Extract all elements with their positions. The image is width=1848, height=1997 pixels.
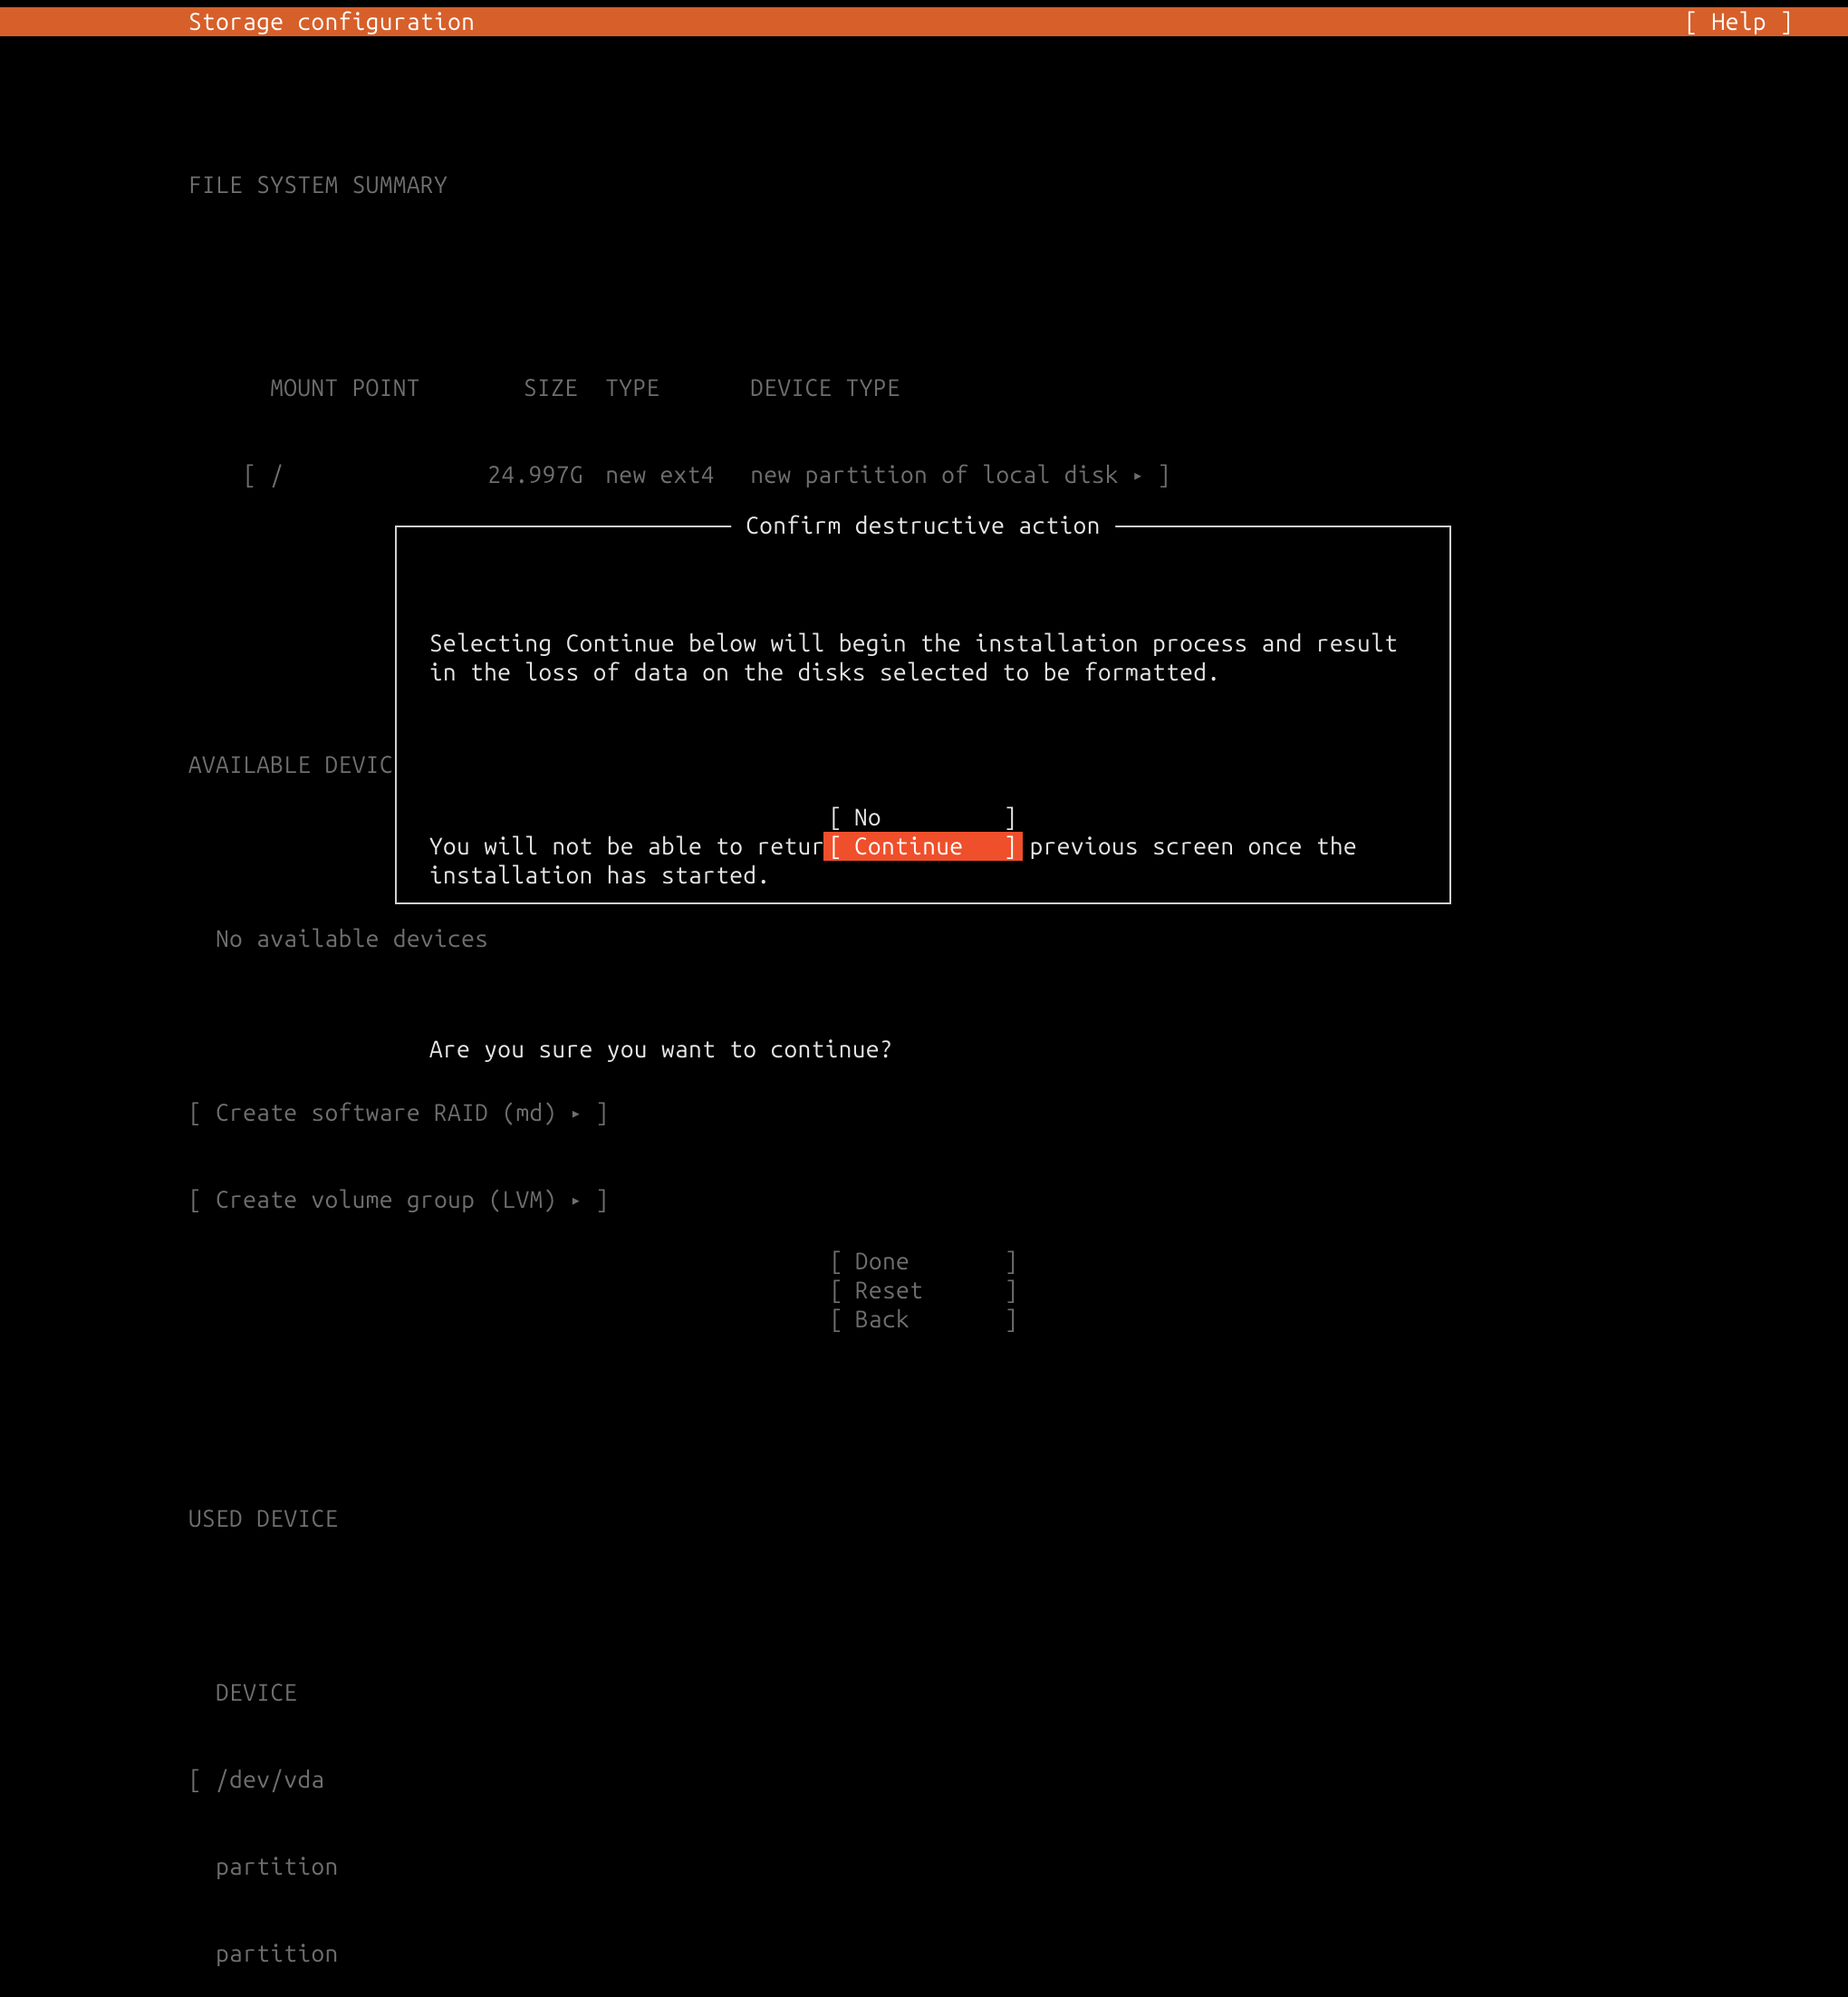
- create-lvm-label: Create volume group (LVM): [216, 1186, 557, 1212]
- header-bar: Storage configuration [ Help ]: [0, 7, 1848, 36]
- continue-button[interactable]: [ Continue ]: [823, 832, 1023, 861]
- bracket-close-icon: ]: [1005, 1276, 1018, 1305]
- dialog-paragraph: Selecting Continue below will begin the …: [429, 629, 1417, 687]
- used-columns: DEVICE: [188, 1678, 1794, 1707]
- used-device-name: /dev/vda: [216, 1766, 324, 1792]
- chevron-right-icon: ▸: [571, 1189, 582, 1210]
- reset-button[interactable]: [ Reset ]: [824, 1276, 1024, 1305]
- col-size: SIZE: [487, 373, 605, 402]
- back-label: Back: [855, 1305, 910, 1334]
- bracket-open-icon: [: [830, 1305, 855, 1334]
- reset-label: Reset: [855, 1276, 923, 1305]
- bracket-open-icon: [: [188, 1186, 202, 1212]
- dialog-paragraph: Are you sure you want to continue?: [429, 1035, 1417, 1064]
- bracket-open-icon: [: [830, 1276, 855, 1305]
- fs-summary-heading: FILE SYSTEM SUMMARY: [188, 170, 1794, 199]
- continue-label: Continue: [854, 832, 963, 861]
- dialog-buttons: [ No ] [ Continue ]: [397, 803, 1449, 861]
- bracket-close-icon: ]: [595, 1186, 609, 1212]
- chevron-right-icon: ▸: [1132, 464, 1144, 485]
- fs-type: new ext4: [605, 460, 750, 489]
- col-type: TYPE: [605, 373, 750, 402]
- spacer: [188, 1591, 1794, 1620]
- footer-buttons: [ Done ] [ Reset ] [ Back ]: [0, 1247, 1848, 1334]
- done-button[interactable]: [ Done ]: [824, 1247, 1024, 1276]
- bracket-open-icon: [: [243, 461, 256, 487]
- no-button[interactable]: [ No ]: [823, 803, 1023, 832]
- no-label: No: [854, 803, 881, 832]
- spacer: [429, 745, 1417, 774]
- used-device-row[interactable]: [ /dev/vda: [188, 1765, 1794, 1794]
- bracket-close-icon: ]: [1158, 461, 1171, 487]
- used-heading: USED DEVICE: [188, 1504, 1794, 1533]
- bracket-close-icon: ]: [1004, 803, 1017, 832]
- fs-summary-columns: MOUNT POINTSIZETYPEDEVICE TYPE: [188, 344, 1794, 373]
- back-button[interactable]: [ Back ]: [824, 1305, 1024, 1334]
- spacer: [188, 257, 1794, 286]
- create-lvm-button[interactable]: [ Create volume group (LVM) ▸ ]: [188, 1185, 1794, 1214]
- spacer: [429, 948, 1417, 977]
- bracket-open-icon: [: [830, 1247, 855, 1276]
- confirm-dialog: Confirm destructive action Selecting Con…: [395, 526, 1451, 904]
- col-mount: MOUNT POINT: [270, 373, 487, 402]
- bracket-open-icon: [: [188, 1099, 202, 1125]
- page-title: Storage configuration: [188, 7, 475, 36]
- bracket-open-icon: [: [829, 803, 854, 832]
- bracket-close-icon: ]: [1005, 1247, 1018, 1276]
- used-partition-row: partition: [188, 1852, 1794, 1881]
- bracket-open-icon: [: [188, 1766, 202, 1792]
- fs-device-type: new partition of local disk: [750, 461, 1119, 487]
- bracket-open-icon: [: [829, 832, 854, 861]
- used-partition-row: partition: [188, 1939, 1794, 1968]
- dialog-title: Confirm destructive action: [731, 511, 1115, 540]
- fs-size: 24.997G: [487, 460, 605, 489]
- fs-summary-row[interactable]: [ /24.997Gnew ext4new partition of local…: [188, 431, 1794, 460]
- help-button[interactable]: [ Help ]: [1685, 7, 1794, 36]
- col-device-type: DEVICE TYPE: [750, 374, 900, 400]
- bracket-close-icon: ]: [1004, 832, 1017, 861]
- done-label: Done: [855, 1247, 910, 1276]
- spacer: [188, 1359, 1794, 1388]
- fs-mount: /: [270, 460, 487, 489]
- bracket-close-icon: ]: [1005, 1305, 1018, 1334]
